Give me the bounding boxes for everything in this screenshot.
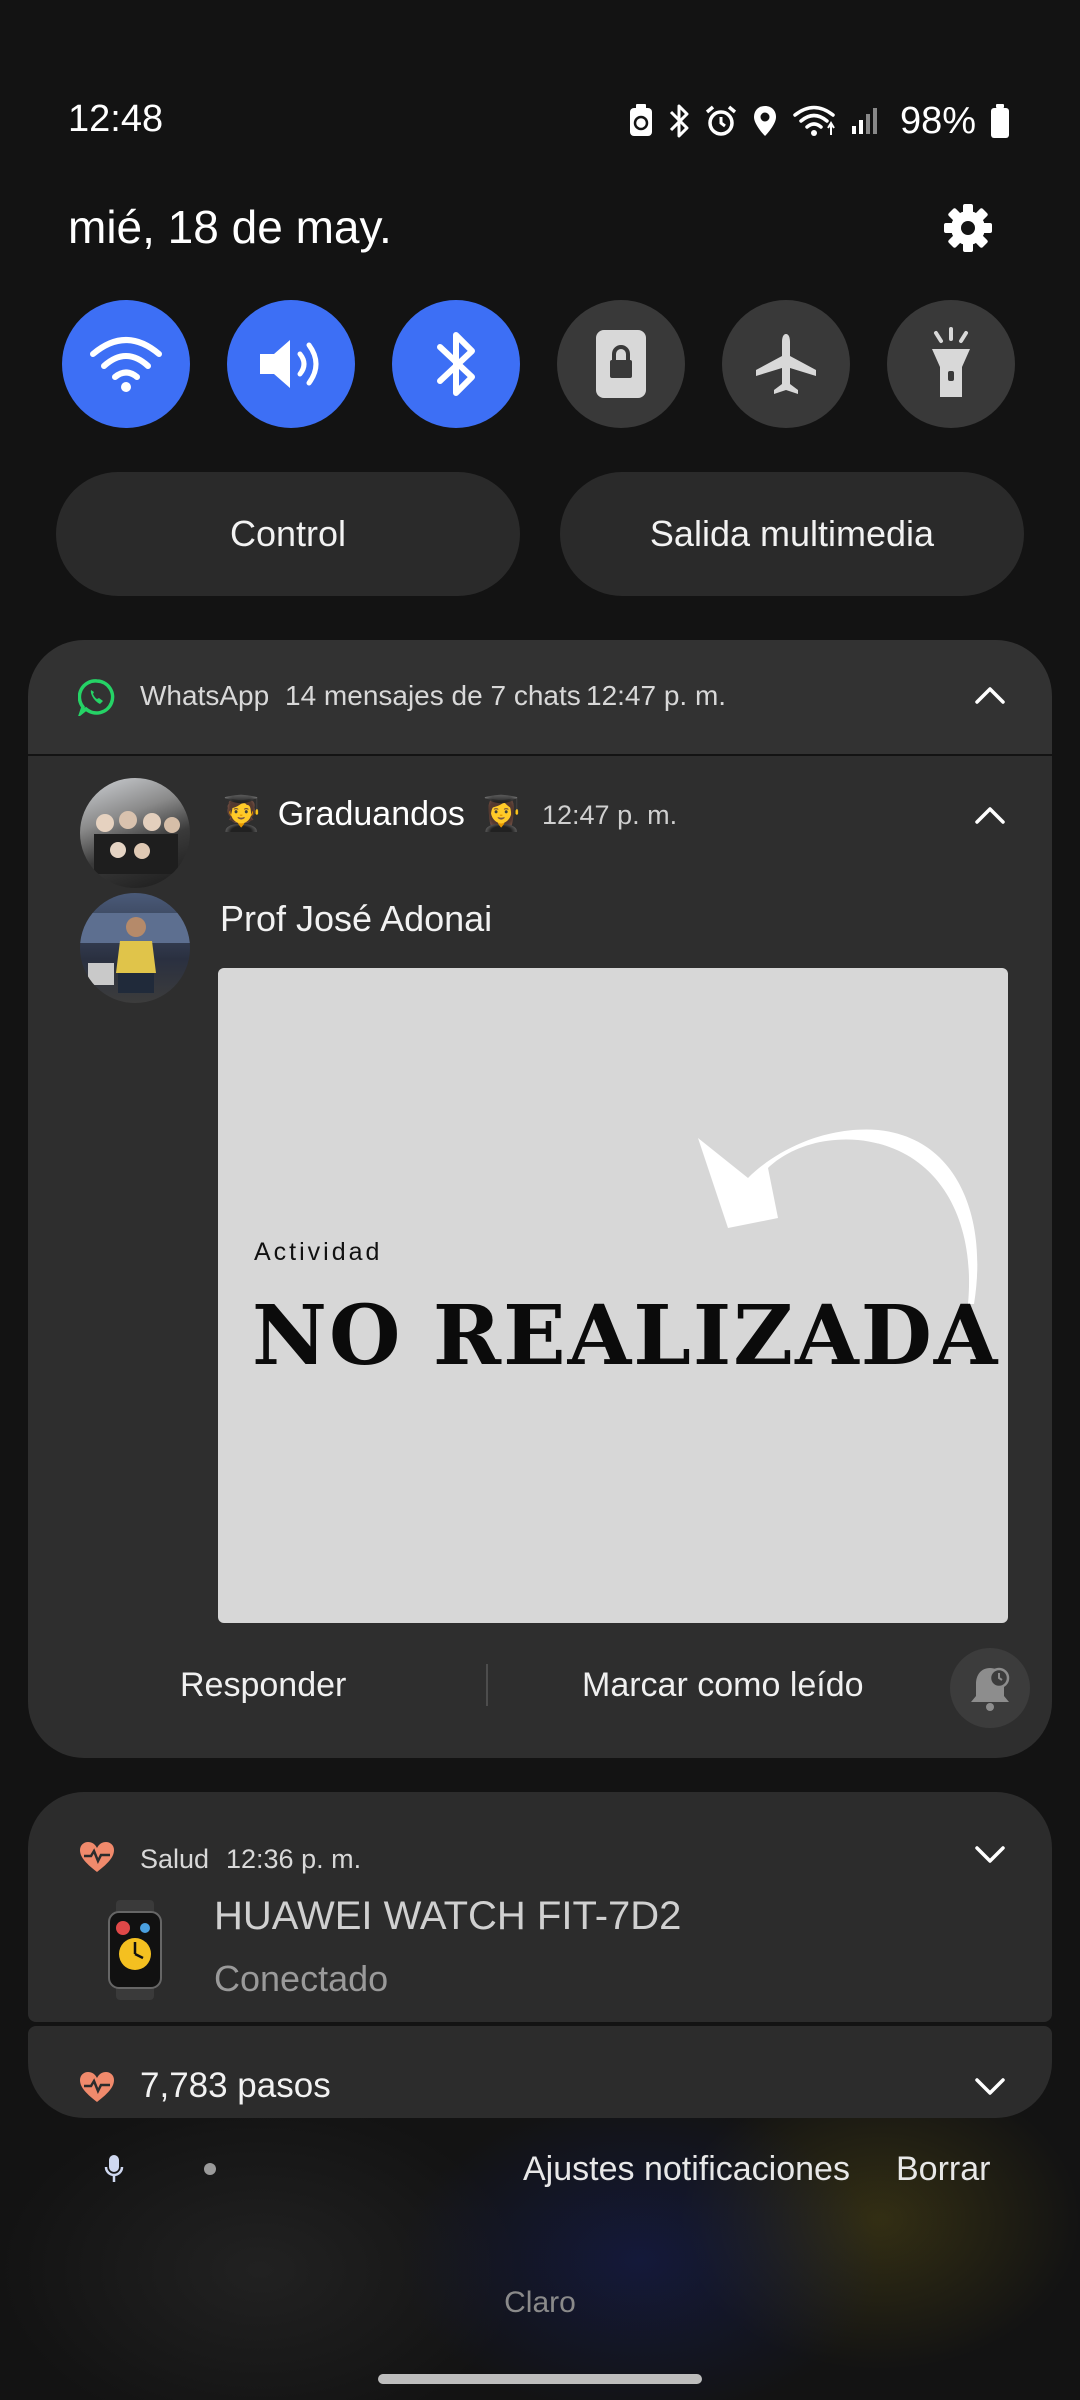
chat-time: 12:47 p. m.: [542, 800, 678, 830]
message-image[interactable]: Actividad NO REALIZADA: [218, 968, 1008, 1623]
qs-flashlight-toggle[interactable]: [887, 300, 1015, 428]
battery-icon: [991, 104, 1009, 138]
lock-icon: [596, 330, 646, 398]
clear-all-button[interactable]: Borrar: [896, 2150, 990, 2189]
home-gesture-bar[interactable]: [378, 2374, 702, 2384]
airplane-icon: [756, 334, 816, 394]
snooze-button[interactable]: [950, 1648, 1030, 1728]
wallpaper-glow: [0, 2100, 1080, 2400]
collapse-chevron-icon[interactable]: [974, 684, 1006, 706]
expand-chevron-icon[interactable]: [974, 1844, 1006, 1866]
settings-gear-icon[interactable]: [940, 200, 996, 256]
image-caption-big: NO REALIZADA: [252, 1288, 1000, 1384]
steps-count: 7,783 pasos: [140, 2066, 331, 2105]
steps-heart-icon: [80, 2072, 114, 2102]
wifi-icon: [90, 337, 162, 392]
microphone-icon[interactable]: [104, 2154, 124, 2184]
control-button[interactable]: Control: [56, 472, 520, 596]
battery-saver-icon: [629, 104, 652, 136]
bell-snooze-icon: [971, 1667, 1010, 1711]
location-icon: [753, 106, 776, 136]
status-time: 12:48: [68, 98, 164, 140]
mark-read-button[interactable]: Marcar como leído: [582, 1666, 864, 1705]
date-label: mié, 18 de may.: [68, 201, 392, 253]
whatsapp-app-name: WhatsApp: [140, 680, 270, 711]
qs-airplane-toggle[interactable]: [722, 300, 850, 428]
whatsapp-summary: 14 mensajes de 7 chats: [285, 680, 581, 711]
sender-name: Prof José Adonai: [220, 898, 493, 939]
qs-sound-toggle[interactable]: [227, 300, 355, 428]
carrier-label: Claro: [504, 2286, 576, 2319]
whatsapp-icon: [78, 679, 115, 716]
graduate-emoji-icon: 🧑‍🎓: [220, 795, 263, 833]
alarm-icon: [705, 105, 737, 136]
smartwatch-icon: [108, 1900, 162, 2000]
bluetooth-icon: [437, 332, 475, 396]
qs-screen-lock-toggle[interactable]: [557, 300, 685, 428]
flashlight-icon: [932, 327, 970, 397]
group-avatar: [80, 778, 190, 888]
image-caption-small: Actividad: [254, 1238, 383, 1266]
chat-collapse-chevron-icon[interactable]: [974, 804, 1006, 826]
health-app-name: Salud: [140, 1844, 210, 1874]
notification-settings-link[interactable]: Ajustes notificaciones: [523, 2150, 850, 2189]
action-divider: [486, 1664, 488, 1706]
chat-title-row: 🧑‍🎓 Graduandos 👩‍🎓: [220, 794, 523, 834]
reply-button[interactable]: Responder: [180, 1666, 346, 1705]
health-heart-icon: [80, 1842, 114, 1872]
media-output-button[interactable]: Salida multimedia: [560, 472, 1024, 596]
bluetooth-status-icon: [669, 104, 689, 138]
graduate-woman-emoji-icon: 👩‍🎓: [480, 795, 523, 833]
signal-icon: [851, 108, 877, 134]
page-dot-indicator: [204, 2163, 216, 2175]
sender-avatar: [80, 893, 190, 1003]
qs-wifi-toggle[interactable]: [62, 300, 190, 428]
group-photo-icon: [94, 811, 180, 874]
chat-title: Graduandos: [277, 795, 465, 833]
battery-percent: 98%: [899, 99, 976, 142]
status-icons: 98%: [628, 96, 1010, 146]
curved-arrow-icon: [698, 1129, 978, 1304]
person-photo-icon: [80, 913, 190, 993]
qs-bluetooth-toggle[interactable]: [392, 300, 520, 428]
health-time: 12:36 p. m.: [226, 1844, 362, 1874]
wifi-status-icon: [793, 105, 835, 136]
watch-connection-status: Conectado: [214, 1958, 389, 1999]
volume-icon: [260, 340, 319, 388]
steps-expand-chevron-icon[interactable]: [974, 2076, 1006, 2098]
whatsapp-time: 12:47 p. m.: [586, 680, 727, 711]
watch-device-name: HUAWEI WATCH FIT-7D2: [214, 1894, 682, 1938]
